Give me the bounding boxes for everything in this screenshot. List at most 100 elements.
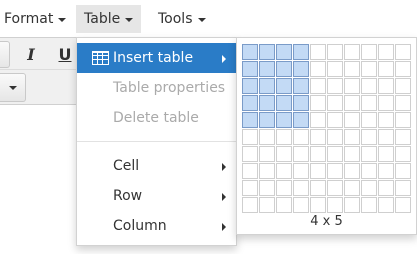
grid-cell[interactable] (310, 44, 326, 60)
grid-cell[interactable] (344, 44, 360, 60)
grid-cell[interactable] (327, 78, 343, 94)
grid-cell[interactable] (310, 95, 326, 111)
grid-cell[interactable] (361, 180, 377, 196)
menu-item-row[interactable]: Row (77, 181, 236, 211)
grid-cell[interactable] (344, 129, 360, 145)
grid-cell[interactable] (344, 95, 360, 111)
grid-cell[interactable] (293, 95, 309, 111)
grid-cell[interactable] (395, 61, 411, 77)
grid-cell[interactable] (293, 197, 309, 213)
grid-cell[interactable] (310, 129, 326, 145)
grid-cell[interactable] (378, 197, 394, 213)
grid-cell[interactable] (259, 44, 275, 60)
grid-cell[interactable] (395, 95, 411, 111)
grid-cell[interactable] (259, 95, 275, 111)
grid-cell[interactable] (395, 180, 411, 196)
grid-cell[interactable] (293, 44, 309, 60)
grid-cell[interactable] (378, 95, 394, 111)
grid-cell[interactable] (344, 78, 360, 94)
grid-cell[interactable] (327, 61, 343, 77)
grid-cell[interactable] (276, 163, 292, 179)
grid-cell[interactable] (242, 112, 258, 128)
grid-cell[interactable] (395, 129, 411, 145)
grid-cell[interactable] (242, 129, 258, 145)
grid-cell[interactable] (378, 163, 394, 179)
grid-cell[interactable] (327, 197, 343, 213)
grid-cell[interactable] (378, 146, 394, 162)
grid-cell[interactable] (361, 61, 377, 77)
grid-cell[interactable] (395, 146, 411, 162)
grid-cell[interactable] (242, 180, 258, 196)
grid-cell[interactable] (378, 44, 394, 60)
grid-cell[interactable] (276, 95, 292, 111)
grid-cell[interactable] (310, 146, 326, 162)
grid-cell[interactable] (242, 146, 258, 162)
grid-cell[interactable] (259, 78, 275, 94)
grid-cell[interactable] (310, 112, 326, 128)
grid-cell[interactable] (242, 44, 258, 60)
menu-table[interactable]: Table (76, 5, 142, 33)
grid-cell[interactable] (327, 129, 343, 145)
menu-item-cell[interactable]: Cell (77, 151, 236, 181)
grid-cell[interactable] (378, 180, 394, 196)
grid-cell[interactable] (259, 197, 275, 213)
grid-cell[interactable] (310, 163, 326, 179)
grid-cell[interactable] (327, 95, 343, 111)
grid-cell[interactable] (259, 146, 275, 162)
grid-cell[interactable] (344, 61, 360, 77)
underline-button[interactable]: U (52, 41, 78, 68)
grid-cell[interactable] (327, 44, 343, 60)
grid-cell[interactable] (395, 197, 411, 213)
grid-cell[interactable] (276, 112, 292, 128)
grid-cell[interactable] (293, 146, 309, 162)
toolbar-dropdown-button[interactable] (0, 73, 26, 102)
grid-cell[interactable] (259, 180, 275, 196)
menu-item-column[interactable]: Column (77, 211, 236, 241)
grid-cell[interactable] (259, 61, 275, 77)
grid-cell[interactable] (293, 129, 309, 145)
grid-cell[interactable] (344, 197, 360, 213)
grid-cell[interactable] (378, 61, 394, 77)
grid-cell[interactable] (276, 180, 292, 196)
grid-cell[interactable] (344, 112, 360, 128)
grid-cell[interactable] (361, 146, 377, 162)
italic-button[interactable]: I (18, 41, 44, 68)
grid-cell[interactable] (276, 146, 292, 162)
grid-cell[interactable] (276, 61, 292, 77)
grid-cell[interactable] (378, 112, 394, 128)
grid-cell[interactable] (293, 163, 309, 179)
grid-cell[interactable] (361, 129, 377, 145)
grid-cell[interactable] (310, 78, 326, 94)
grid-cell[interactable] (344, 163, 360, 179)
menu-item-delete-table[interactable]: Delete table (77, 103, 236, 133)
grid-cell[interactable] (259, 163, 275, 179)
grid-cell[interactable] (310, 180, 326, 196)
grid-cell[interactable] (327, 146, 343, 162)
grid-cell[interactable] (395, 163, 411, 179)
grid-cell[interactable] (327, 180, 343, 196)
grid-cell[interactable] (276, 129, 292, 145)
menu-item-table-properties[interactable]: Table properties (77, 73, 236, 103)
grid-cell[interactable] (395, 112, 411, 128)
grid-cell[interactable] (259, 129, 275, 145)
grid-cell[interactable] (259, 112, 275, 128)
grid-cell[interactable] (293, 112, 309, 128)
grid-cell[interactable] (361, 163, 377, 179)
grid-cell[interactable] (361, 78, 377, 94)
grid-cell[interactable] (293, 61, 309, 77)
grid-cell[interactable] (276, 78, 292, 94)
grid-cell[interactable] (361, 44, 377, 60)
grid-cell[interactable] (276, 197, 292, 213)
grid-cell[interactable] (378, 129, 394, 145)
grid-cell[interactable] (395, 78, 411, 94)
grid-cell[interactable] (242, 61, 258, 77)
grid-cell[interactable] (242, 197, 258, 213)
grid-cell[interactable] (361, 197, 377, 213)
grid-cell[interactable] (242, 78, 258, 94)
grid-cell[interactable] (344, 180, 360, 196)
grid-cell[interactable] (378, 78, 394, 94)
grid-cell[interactable] (327, 163, 343, 179)
grid-cell[interactable] (310, 197, 326, 213)
grid-cell[interactable] (395, 44, 411, 60)
menu-item-insert-table[interactable]: Insert table (77, 43, 236, 73)
